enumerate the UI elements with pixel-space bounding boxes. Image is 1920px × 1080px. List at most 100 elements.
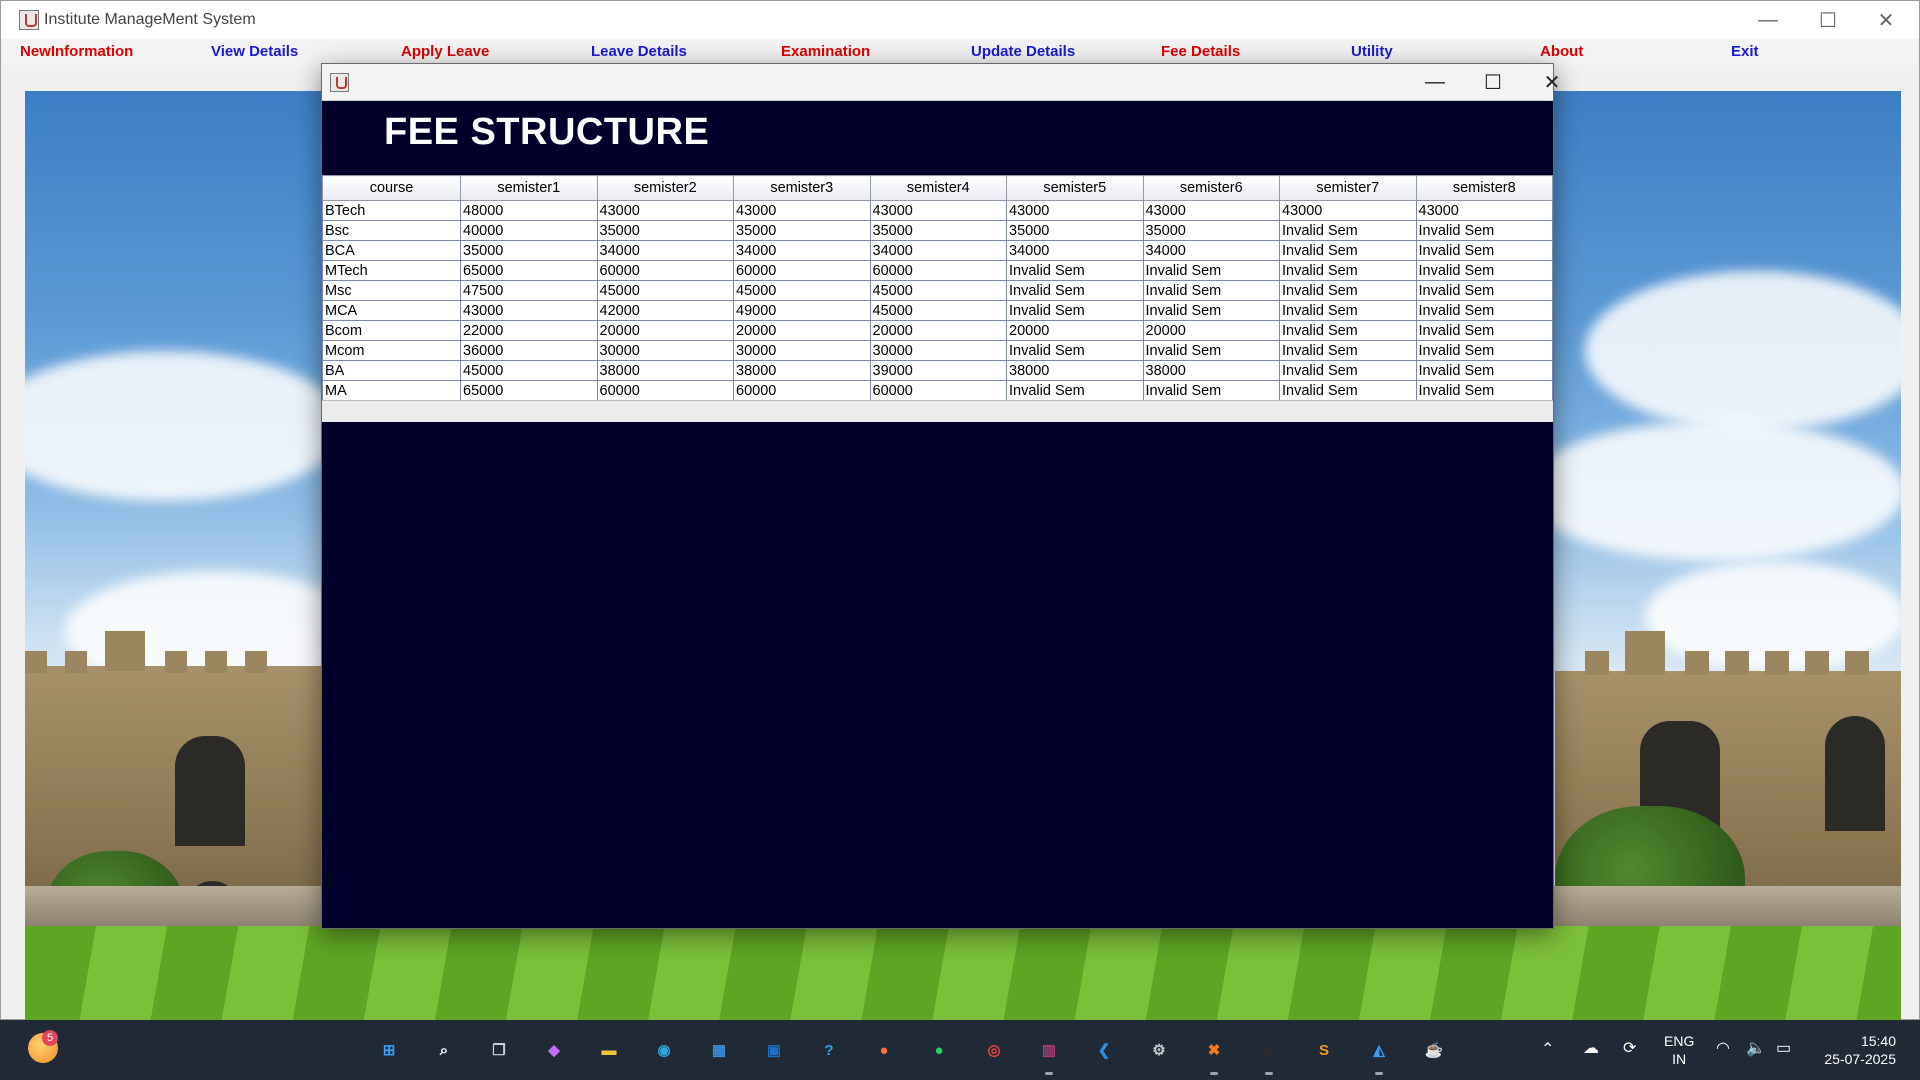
menu-update-details[interactable]: Update Details (971, 43, 1075, 60)
table-cell[interactable]: Invalid Sem (1415, 260, 1553, 281)
photos-icon[interactable]: ◭ (1364, 1035, 1394, 1065)
table-cell[interactable]: Invalid Sem (1006, 260, 1144, 281)
terminal-icon[interactable]: ▶ (1254, 1035, 1284, 1065)
table-cell[interactable]: 35000 (1142, 220, 1280, 241)
table-cell[interactable]: 34000 (869, 240, 1007, 261)
table-cell[interactable]: 45000 (596, 280, 734, 301)
table-cell[interactable]: 65000 (460, 260, 598, 281)
table-cell[interactable]: 20000 (1142, 320, 1280, 341)
onedrive-icon[interactable]: ☁ (1583, 1040, 1599, 1058)
table-cell[interactable]: 20000 (1006, 320, 1144, 341)
column-header-semister1[interactable]: semister1 (460, 175, 598, 201)
table-cell[interactable]: 45000 (869, 280, 1007, 301)
column-header-semister8[interactable]: semister8 (1415, 175, 1553, 201)
table-cell[interactable]: 35000 (733, 220, 871, 241)
table-cell[interactable]: 30000 (869, 340, 1007, 361)
sublime-icon[interactable]: S (1309, 1035, 1339, 1065)
xampp-icon[interactable]: ✖ (1199, 1035, 1229, 1065)
file-explorer-icon[interactable]: ▬ (594, 1035, 624, 1065)
table-cell[interactable]: Invalid Sem (1279, 340, 1417, 361)
table-cell[interactable]: 60000 (869, 380, 1007, 401)
column-header-semister3[interactable]: semister3 (733, 175, 871, 201)
table-cell[interactable]: 60000 (733, 380, 871, 401)
table-cell[interactable]: Invalid Sem (1415, 320, 1553, 341)
table-cell[interactable]: 20000 (596, 320, 734, 341)
close-button[interactable]: ✕ (1857, 1, 1915, 39)
table-cell[interactable]: 34000 (596, 240, 734, 261)
table-cell[interactable]: 43000 (869, 200, 1007, 221)
table-cell[interactable]: Invalid Sem (1415, 300, 1553, 321)
table-cell[interactable]: Mcom (322, 340, 461, 361)
table-cell[interactable]: 60000 (733, 260, 871, 281)
table-cell[interactable]: 42000 (596, 300, 734, 321)
table-cell[interactable]: MTech (322, 260, 461, 281)
table-cell[interactable]: 30000 (596, 340, 734, 361)
table-cell[interactable]: 38000 (733, 360, 871, 381)
table-cell[interactable]: Invalid Sem (1279, 220, 1417, 241)
menu-apply-leave[interactable]: Apply Leave (401, 43, 489, 60)
table-cell[interactable]: 43000 (1142, 200, 1280, 221)
minimize-button[interactable]: — (1739, 1, 1797, 39)
copilot-icon[interactable]: ◆ (539, 1035, 569, 1065)
table-cell[interactable]: Invalid Sem (1006, 380, 1144, 401)
language-indicator[interactable]: ENG IN (1664, 1032, 1694, 1068)
table-cell[interactable]: MA (322, 380, 461, 401)
table-cell[interactable]: Invalid Sem (1279, 380, 1417, 401)
table-cell[interactable]: 40000 (460, 220, 598, 241)
table-cell[interactable]: 43000 (733, 200, 871, 221)
table-row[interactable]: Bsc 40000 35000 35000 35000 35000 35000 Invalid… (322, 220, 1553, 241)
table-row[interactable]: BA 45000 38000 38000 39000 38000 38000 Invalid … (322, 360, 1553, 381)
table-cell[interactable]: Bcom (322, 320, 461, 341)
table-cell[interactable]: 20000 (869, 320, 1007, 341)
table-cell[interactable]: 43000 (1415, 200, 1553, 221)
table-cell[interactable]: 60000 (869, 260, 1007, 281)
firefox-icon[interactable]: ● (869, 1035, 899, 1065)
menu-fee-details[interactable]: Fee Details (1161, 43, 1240, 60)
help-icon[interactable]: ? (814, 1035, 844, 1065)
search-icon[interactable]: ⌕ (429, 1035, 459, 1065)
spotify-icon[interactable]: ● (924, 1035, 954, 1065)
table-cell[interactable]: 49000 (733, 300, 871, 321)
table-cell[interactable]: Invalid Sem (1142, 260, 1280, 281)
volume-icon[interactable]: 🔈 (1746, 1040, 1766, 1058)
table-cell[interactable]: BTech (322, 200, 461, 221)
table-row[interactable]: Mcom 36000 30000 30000 30000 Invalid Sem Inval… (322, 340, 1553, 361)
start-icon[interactable]: ⊞ (374, 1035, 404, 1065)
table-cell[interactable]: Invalid Sem (1142, 300, 1280, 321)
table-cell[interactable]: 20000 (733, 320, 871, 341)
menu-about[interactable]: About (1540, 43, 1583, 60)
table-cell[interactable]: Invalid Sem (1415, 280, 1553, 301)
winrar-icon[interactable]: ▥ (1034, 1035, 1064, 1065)
table-cell[interactable]: 35000 (1006, 220, 1144, 241)
table-cell[interactable]: Invalid Sem (1142, 340, 1280, 361)
table-cell[interactable]: Invalid Sem (1006, 340, 1144, 361)
table-cell[interactable]: 43000 (596, 200, 734, 221)
table-cell[interactable]: 65000 (460, 380, 598, 401)
menu-examination[interactable]: Examination (781, 43, 870, 60)
table-cell[interactable]: BCA (322, 240, 461, 261)
table-cell[interactable]: 30000 (733, 340, 871, 361)
chevron-up-icon[interactable]: ⌃ (1541, 1041, 1554, 1059)
table-cell[interactable]: Invalid Sem (1142, 380, 1280, 401)
store-icon[interactable]: ▦ (704, 1035, 734, 1065)
table-row[interactable]: MTech 65000 60000 60000 60000 Invalid Sem Inva… (322, 260, 1553, 281)
edge-icon[interactable]: ◉ (649, 1035, 679, 1065)
frame-minimize-button[interactable]: — (1406, 64, 1464, 101)
column-header-course[interactable]: course (322, 175, 461, 201)
table-cell[interactable]: Invalid Sem (1415, 240, 1553, 261)
table-cell[interactable]: Invalid Sem (1142, 280, 1280, 301)
table-cell[interactable]: 47500 (460, 280, 598, 301)
frame-close-button[interactable]: ✕ (1523, 64, 1581, 101)
table-cell[interactable]: 60000 (596, 260, 734, 281)
table-cell[interactable]: 35000 (596, 220, 734, 241)
maximize-button[interactable]: ☐ (1799, 1, 1857, 39)
task-view-icon[interactable]: ❐ (484, 1035, 514, 1065)
column-header-semister2[interactable]: semister2 (596, 175, 734, 201)
menu-view-details[interactable]: View Details (211, 43, 298, 60)
settings-icon[interactable]: ⚙ (1144, 1035, 1174, 1065)
table-cell[interactable]: BA (322, 360, 461, 381)
table-cell[interactable]: Invalid Sem (1415, 340, 1553, 361)
table-cell[interactable]: Invalid Sem (1415, 220, 1553, 241)
table-cell[interactable]: 38000 (1006, 360, 1144, 381)
table-row[interactable]: MA 65000 60000 60000 60000 Invalid Sem Invalid… (322, 380, 1553, 401)
